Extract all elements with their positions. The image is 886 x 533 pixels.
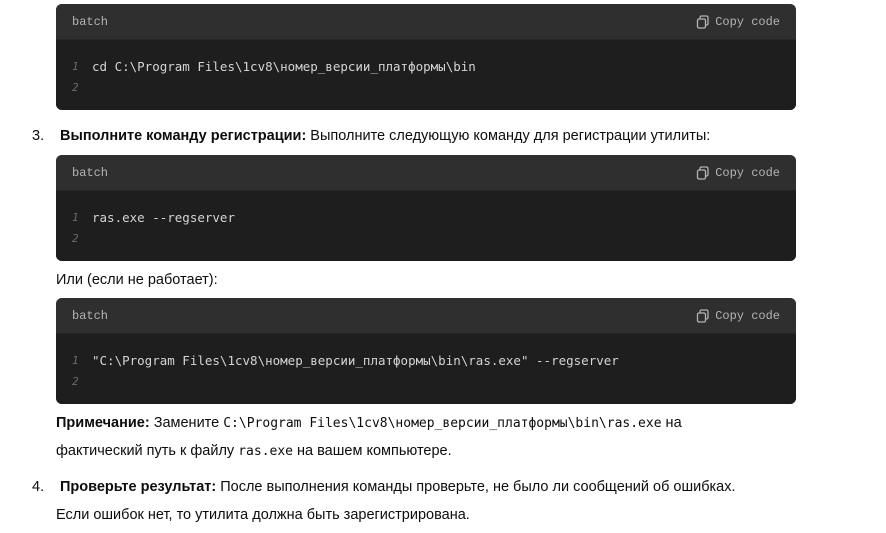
line-number: 1: [72, 60, 79, 73]
inline-code-file: ras.exe: [238, 444, 294, 459]
step-3-description: Выполните следующую команду для регистра…: [306, 128, 711, 144]
step-4-text: Проверьте результат: После выполнения ко…: [60, 473, 736, 501]
code-block-1: batch Copy code 1 cd C:\Program Files\1cv…: [56, 4, 796, 110]
code-line: 1 "C:\Program Files\1cv8\номер_версии_пла…: [72, 350, 780, 371]
step-4-title: Проверьте результат:: [60, 479, 217, 495]
step-4-description: После выполнения команды проверьте, не б…: [216, 479, 736, 495]
code-block-header: batch Copy code: [56, 4, 796, 40]
copy-code-label[interactable]: Copy code: [715, 166, 780, 180]
code-language: batch: [72, 14, 109, 29]
note-line-1: Примечание: Замените C:\Program Files\1c…: [56, 409, 682, 438]
line-number: 2: [72, 232, 79, 245]
copy-icon: [697, 308, 709, 323]
line-number: 2: [72, 81, 79, 94]
copy-code-label[interactable]: Copy code: [715, 309, 780, 323]
code-block-header: batch Copy code: [56, 155, 796, 191]
code-body: 1 "C:\Program Files\1cv8\номер_версии_пла…: [56, 334, 796, 404]
note-text: Замените: [149, 415, 224, 431]
code-language: batch: [72, 165, 109, 180]
code-line: 1 ras.exe --regserver: [72, 207, 780, 228]
or-text: Или (если не работает):: [56, 272, 218, 288]
step-4-line-2: Если ошибок нет, то утилита должна быть …: [56, 507, 470, 523]
copy-code-button[interactable]: Copy code: [696, 15, 780, 29]
copy-code-button[interactable]: Copy code: [696, 309, 780, 323]
note-text: фактический путь к файлу: [56, 443, 239, 459]
step-3-text: Выполните команду регистрации: Выполните…: [60, 122, 710, 150]
line-number: 1: [72, 354, 79, 367]
code-body: 1 cd C:\Program Files\1cv8\номер_версии_п…: [56, 40, 796, 110]
step-3-title: Выполните команду регистрации:: [60, 128, 307, 144]
line-number: 1: [72, 211, 79, 224]
copy-code-label[interactable]: Copy code: [715, 15, 780, 29]
code-language: batch: [72, 308, 109, 323]
inline-code-path: C:\Program Files\1cv8\номер_версии_платф…: [223, 416, 662, 431]
copy-icon: [697, 14, 709, 29]
step-number: 3.: [32, 128, 45, 144]
copy-icon: [697, 165, 709, 180]
note-text: на: [661, 415, 682, 431]
code-line: 2: [72, 228, 780, 249]
code-line: 1 cd C:\Program Files\1cv8\номер_версии_п…: [72, 56, 780, 77]
code-body: 1 ras.exe --regserver 2: [56, 191, 796, 261]
note-line-2: фактический путь к файлу ras.exe на ваше…: [56, 437, 452, 466]
code-text: ras.exe --regserver: [92, 210, 235, 225]
code-block-3: batch Copy code 1 "C:\Program Files\1cv8\…: [56, 298, 796, 404]
code-line: 2: [72, 371, 780, 392]
line-number: 2: [72, 375, 79, 388]
step-number: 4.: [32, 479, 45, 495]
note-title: Примечание:: [56, 415, 150, 431]
code-block-header: batch Copy code: [56, 298, 796, 334]
code-text: "C:\Program Files\1cv8\номер_версии_плат…: [92, 353, 619, 368]
code-line: 2: [72, 77, 780, 98]
code-block-2: batch Copy code 1 ras.exe --regserver 2: [56, 155, 796, 261]
note-text: на вашем компьютере.: [293, 443, 452, 459]
copy-code-button[interactable]: Copy code: [696, 166, 780, 180]
code-text: cd C:\Program Files\1cv8\номер_версии_пл…: [92, 59, 476, 74]
